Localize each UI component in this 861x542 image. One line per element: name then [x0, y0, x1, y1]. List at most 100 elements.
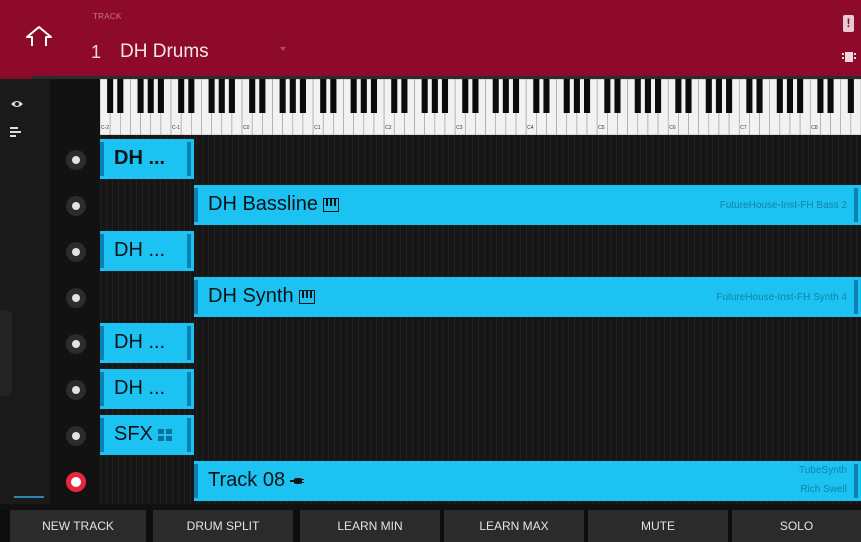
track-name-selector[interactable]: DH Drums — [120, 41, 209, 63]
black-key[interactable] — [776, 79, 783, 113]
black-key[interactable] — [421, 79, 428, 113]
black-key[interactable] — [502, 79, 509, 113]
track-clip[interactable]: DH Synth FutureHouse-Inst-FH Synth 4 — [194, 277, 861, 317]
black-key[interactable] — [634, 79, 641, 113]
list-icon[interactable] — [10, 126, 22, 138]
keyboard-icon — [298, 289, 315, 304]
piano-keys[interactable]: C-2 C-1 C0 C1 C2 C3 C4 C5 C6 C7 C8 — [99, 78, 861, 136]
sidebar — [0, 79, 50, 504]
track-clip[interactable]: DH ... — [100, 369, 194, 409]
track-arm-button[interactable] — [66, 242, 86, 262]
black-key[interactable] — [847, 79, 854, 113]
black-key[interactable] — [431, 79, 438, 113]
black-key[interactable] — [259, 79, 266, 113]
black-key[interactable] — [330, 79, 337, 113]
clip-right-edge — [187, 142, 191, 176]
black-key[interactable] — [350, 79, 357, 113]
sidebar-scroll-handle[interactable] — [0, 310, 12, 396]
track-arm-button[interactable] — [66, 334, 86, 354]
black-key[interactable] — [137, 79, 144, 113]
track-clip[interactable]: DH ... — [100, 323, 194, 363]
clip-right-edge — [854, 188, 858, 222]
black-key[interactable] — [279, 79, 286, 113]
black-key[interactable] — [797, 79, 804, 113]
black-key[interactable] — [604, 79, 611, 113]
track-clip[interactable]: DH ... — [100, 139, 194, 179]
black-key[interactable] — [188, 79, 195, 113]
track-arm-button[interactable] — [66, 380, 86, 400]
learn-max-button[interactable]: LEARN MAX — [444, 510, 584, 542]
black-key[interactable] — [228, 79, 235, 113]
black-key[interactable] — [208, 79, 215, 113]
black-key[interactable] — [533, 79, 540, 113]
black-key[interactable] — [441, 79, 449, 113]
black-key[interactable] — [756, 79, 763, 113]
black-key[interactable] — [360, 79, 367, 113]
track-arm-button[interactable] — [66, 288, 86, 308]
black-key[interactable] — [492, 79, 499, 113]
mute-button[interactable]: MUTE — [588, 510, 728, 542]
black-key[interactable] — [563, 79, 570, 113]
black-key[interactable] — [675, 79, 682, 113]
track-clip[interactable]: DH ... — [100, 231, 194, 271]
black-key[interactable] — [786, 79, 794, 113]
eye-icon[interactable] — [10, 96, 24, 107]
track-clip[interactable]: DH Bassline FutureHouse-Inst-FH Bass 2 — [194, 185, 861, 225]
black-key[interactable] — [543, 79, 550, 113]
black-key[interactable] — [320, 79, 327, 113]
track-arm-button[interactable] — [66, 426, 86, 446]
black-key[interactable] — [117, 79, 124, 113]
track-clip[interactable]: SFX — [100, 415, 194, 455]
learn-min-button[interactable]: LEARN MIN — [300, 510, 440, 542]
clip-right-edge — [854, 280, 858, 314]
black-key[interactable] — [584, 79, 591, 113]
black-key[interactable] — [157, 79, 164, 113]
warning-icon[interactable]: ! — [843, 15, 854, 32]
track-arm-button[interactable] — [66, 150, 86, 170]
piano-keyboard[interactable]: C-2 C-1 C0 C1 C2 C3 C4 C5 C6 C7 C8 — [99, 78, 861, 136]
chevron-down-icon[interactable] — [280, 47, 286, 51]
grid-icon — [157, 428, 172, 441]
clip-left-edge — [194, 188, 198, 222]
black-key[interactable] — [462, 79, 469, 113]
black-key[interactable] — [715, 79, 722, 113]
black-key[interactable] — [107, 79, 114, 113]
black-key[interactable] — [249, 79, 256, 113]
black-key[interactable] — [817, 79, 824, 113]
track-clip[interactable]: Track 08 TubeSynth Rich Swell — [194, 461, 861, 501]
black-key[interactable] — [746, 79, 753, 113]
chip-icon[interactable] — [842, 50, 856, 64]
black-key[interactable] — [370, 79, 378, 113]
track-number: 1 — [91, 42, 102, 62]
black-key[interactable] — [218, 79, 225, 113]
black-key[interactable] — [289, 79, 296, 113]
black-key[interactable] — [827, 79, 834, 113]
black-key[interactable] — [685, 79, 692, 113]
black-key[interactable] — [178, 79, 185, 113]
track-plugin-preset: Rich Swell — [800, 484, 847, 495]
new-track-button[interactable]: NEW TRACK — [10, 510, 146, 542]
black-key[interactable] — [705, 79, 712, 113]
black-key[interactable] — [726, 79, 733, 113]
octave-label: C5 — [598, 125, 605, 131]
home-button[interactable] — [22, 22, 56, 56]
track-label: DH Bassline — [208, 193, 340, 216]
black-key[interactable] — [512, 79, 520, 113]
black-key[interactable] — [614, 79, 621, 113]
black-key[interactable] — [401, 79, 408, 113]
clip-right-edge — [187, 372, 191, 406]
black-key[interactable] — [147, 79, 154, 113]
black-key[interactable] — [655, 79, 662, 113]
clip-left-edge — [100, 234, 104, 268]
black-key[interactable] — [573, 79, 580, 113]
black-key[interactable] — [472, 79, 479, 113]
black-key[interactable] — [299, 79, 306, 113]
solo-button[interactable]: SOLO — [732, 510, 861, 542]
black-key[interactable] — [391, 79, 398, 113]
track-arm-button[interactable] — [66, 196, 86, 216]
octave-label: C2 — [385, 125, 392, 131]
drum-split-button[interactable]: DRUM SPLIT — [153, 510, 293, 542]
octave-label: C6 — [669, 125, 676, 131]
record-arm-button[interactable] — [66, 472, 86, 492]
black-key[interactable] — [644, 79, 651, 113]
